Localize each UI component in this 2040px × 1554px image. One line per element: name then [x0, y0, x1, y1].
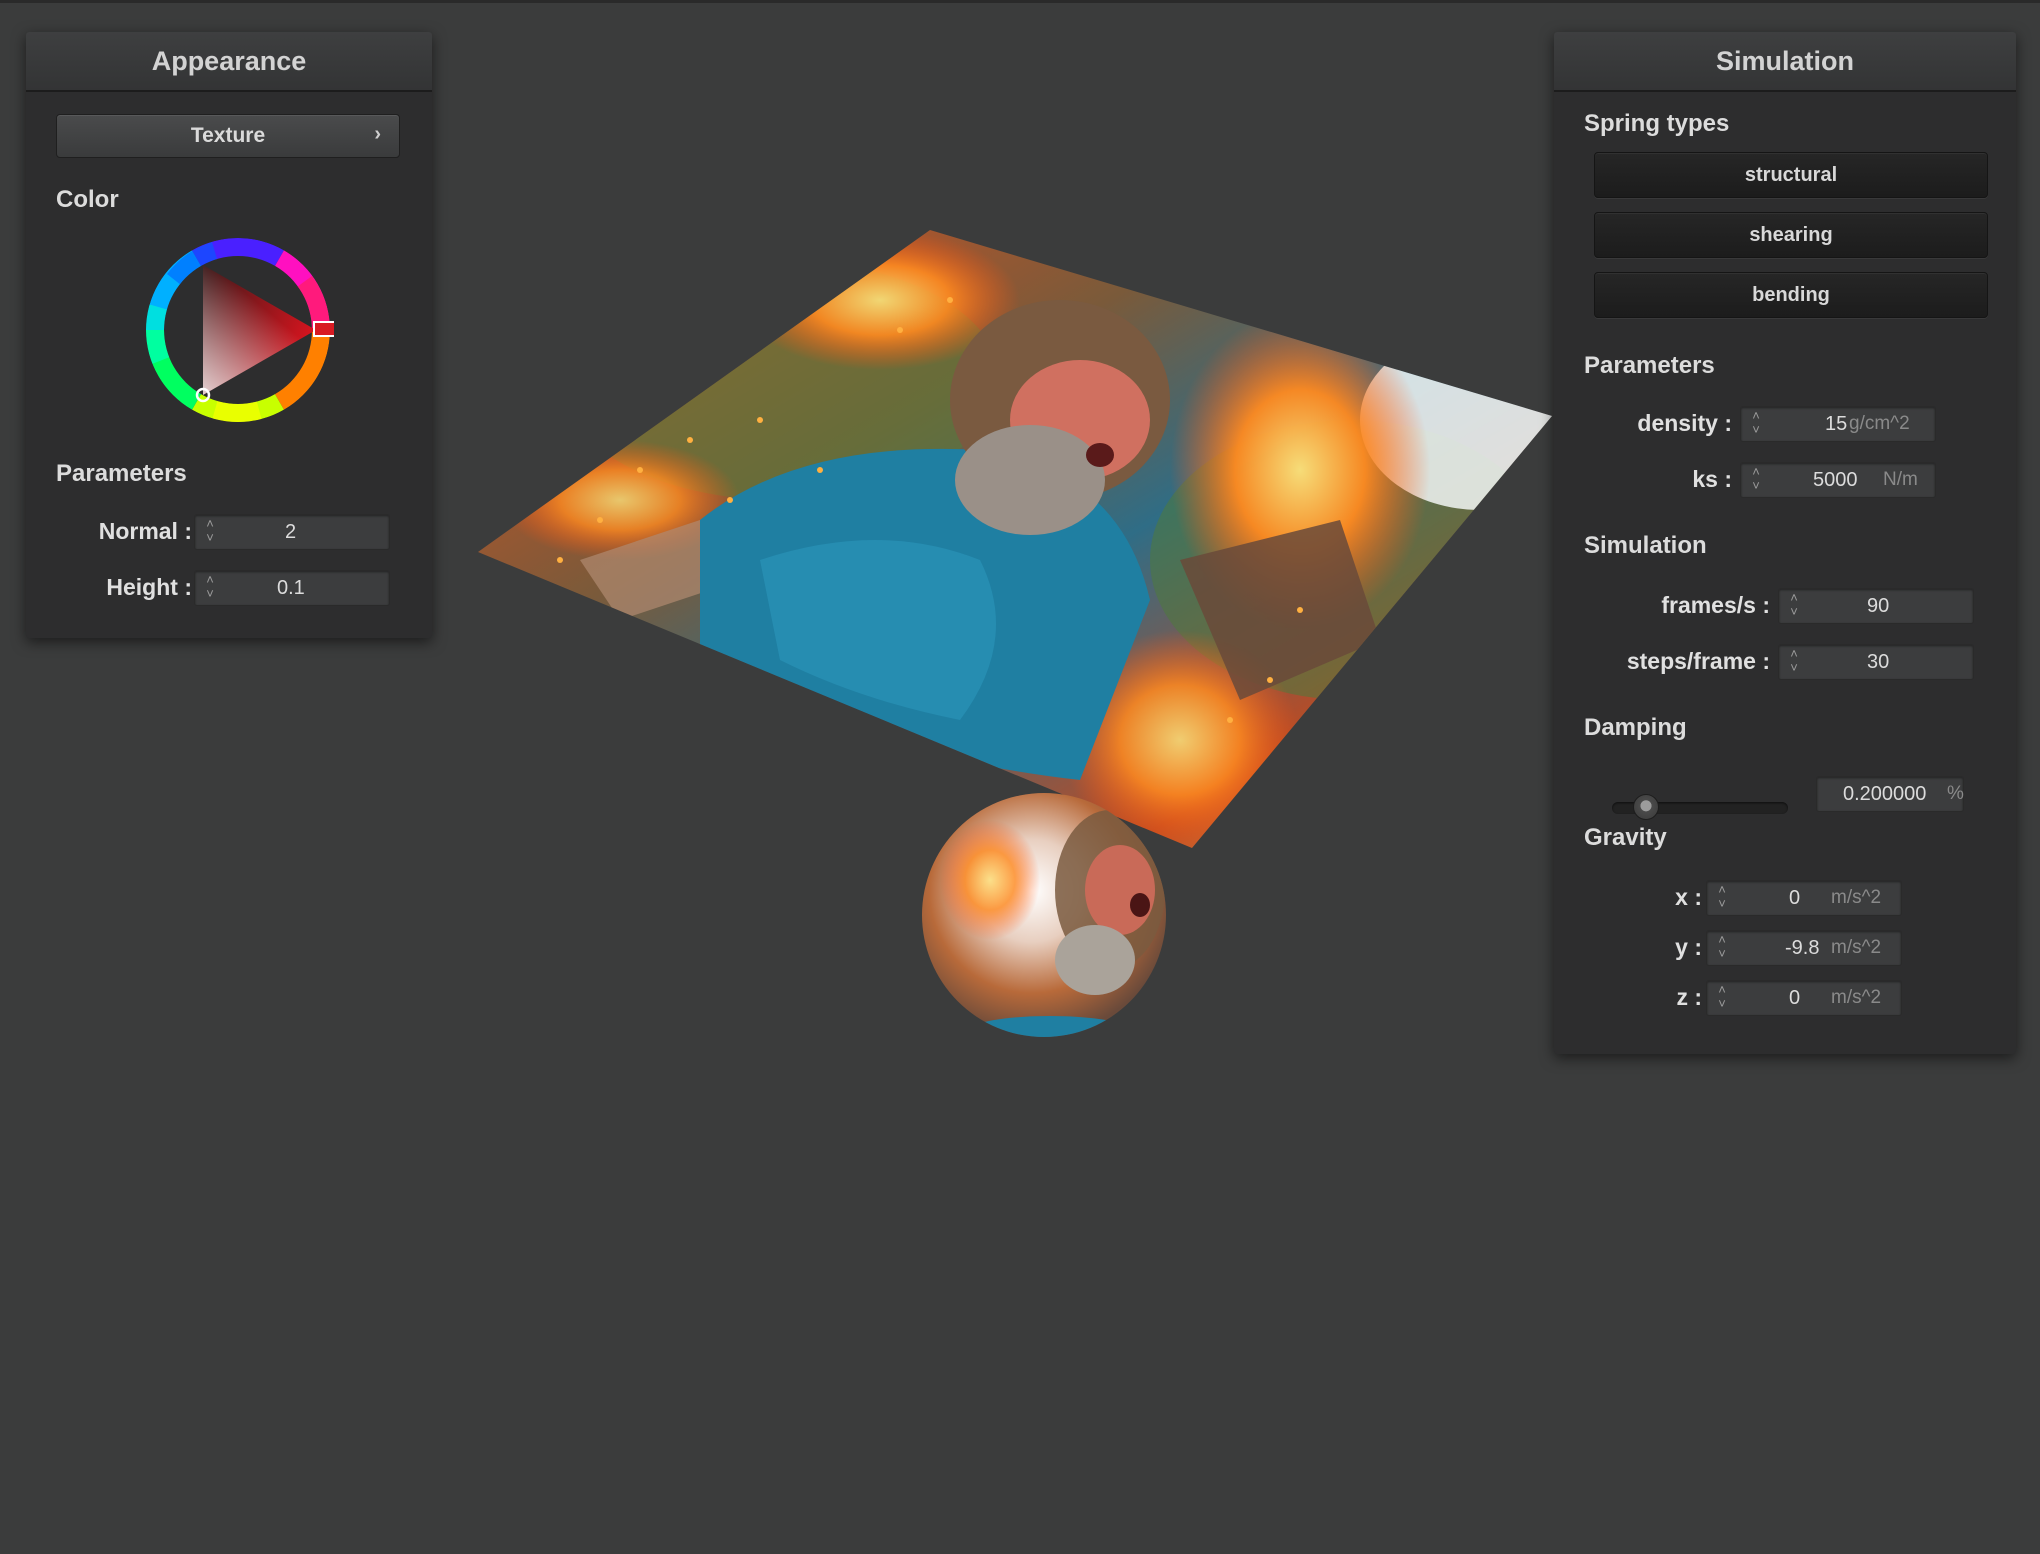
steps-per-frame-label: steps/frame :: [1626, 648, 1770, 674]
steps-per-frame-value: 30: [1867, 651, 1890, 673]
spinner-icon[interactable]: ˄ ˅: [1715, 883, 1729, 913]
gravity-z-unit: m/s^2: [1831, 987, 1882, 1008]
height-label: Height :: [106, 574, 192, 600]
gravity-y-unit: m/s^2: [1831, 937, 1882, 958]
spinner-icon[interactable]: ˄ ˅: [203, 517, 217, 547]
normal-value: 2: [285, 521, 297, 543]
damping-slider-handle[interactable]: [1633, 794, 1660, 820]
gravity-x-value: 0: [1789, 887, 1801, 909]
color-wheel[interactable]: [142, 234, 334, 426]
gravity-x-unit: m/s^2: [1831, 887, 1882, 908]
density-unit: g/cm^2: [1849, 413, 1910, 434]
structural-button[interactable]: structural: [1594, 152, 1988, 198]
gravity-y-label: y :: [1675, 934, 1702, 960]
ks-field[interactable]: ˄ ˅ 5000 N/m: [1740, 462, 1936, 498]
frames-per-second-label: frames/s :: [1661, 592, 1770, 618]
shearing-button[interactable]: shearing: [1594, 212, 1988, 258]
simulation-panel: Simulation Spring types structural shear…: [1554, 32, 2016, 1054]
simulation-panel-title[interactable]: Simulation: [1554, 32, 2016, 92]
gravity-z-field[interactable]: ˄ ˅ 0 m/s^2: [1706, 980, 1902, 1016]
spinner-icon[interactable]: ˄ ˅: [1715, 933, 1729, 963]
ks-value: 5000: [1813, 469, 1858, 491]
density-label: density :: [1637, 410, 1732, 436]
steps-per-frame-field[interactable]: ˄ ˅ 30: [1778, 644, 1974, 680]
spinner-icon[interactable]: ˄ ˅: [1787, 591, 1801, 621]
height-field[interactable]: ˄ ˅ 0.1: [194, 570, 390, 606]
appearance-panel: Appearance Texture › Color Parameters No…: [26, 32, 432, 638]
gravity-x-field[interactable]: ˄ ˅ 0 m/s^2: [1706, 880, 1902, 916]
collision-sphere: [922, 793, 1166, 1037]
density-value: 15: [1825, 413, 1848, 435]
normal-label: Normal :: [98, 518, 192, 544]
damping-unit: %: [1947, 783, 1964, 804]
color-label: Color: [56, 186, 119, 213]
gravity-y-field[interactable]: ˄ ˅ -9.8 m/s^2: [1706, 930, 1902, 966]
damping-field[interactable]: 0.200000 %: [1816, 776, 1964, 812]
ks-label: ks :: [1692, 466, 1732, 492]
damping-value: 0.200000: [1843, 783, 1927, 805]
simulation-section-label: Simulation: [1584, 532, 1707, 559]
normal-field[interactable]: ˄ ˅ 2: [194, 514, 390, 550]
damping-label: Damping: [1584, 714, 1687, 741]
chevron-right-icon: ›: [374, 123, 381, 145]
simulation-parameters-label: Parameters: [1584, 352, 1715, 379]
bending-button[interactable]: bending: [1594, 272, 1988, 318]
gravity-z-label: z :: [1676, 984, 1702, 1010]
gravity-y-value: -9.8: [1785, 937, 1820, 959]
frames-per-second-field[interactable]: ˄ ˅ 90: [1778, 588, 1974, 624]
hue-picker-marker[interactable]: [313, 321, 334, 337]
cloth-plane: [478, 230, 1552, 848]
frames-per-second-value: 90: [1867, 595, 1890, 617]
texture-button[interactable]: Texture ›: [56, 114, 400, 158]
spinner-icon[interactable]: ˄ ˅: [1715, 983, 1729, 1013]
height-value: 0.1: [277, 577, 305, 599]
gravity-label: Gravity: [1584, 824, 1667, 851]
gravity-x-label: x :: [1675, 884, 1702, 910]
spinner-icon[interactable]: ˄ ˅: [1749, 465, 1763, 495]
ks-unit: N/m: [1883, 469, 1918, 490]
spinner-icon[interactable]: ˄ ˅: [203, 573, 217, 603]
gravity-z-value: 0: [1789, 987, 1801, 1009]
spinner-icon[interactable]: ˄ ˅: [1749, 409, 1763, 439]
texture-button-label: Texture: [190, 124, 266, 147]
appearance-panel-title[interactable]: Appearance: [26, 32, 432, 92]
appearance-parameters-label: Parameters: [56, 460, 187, 487]
damping-slider[interactable]: [1612, 794, 1788, 820]
spring-types-label: Spring types: [1584, 110, 1730, 137]
density-field[interactable]: ˄ ˅ 15 g/cm^2: [1740, 406, 1936, 442]
spinner-icon[interactable]: ˄ ˅: [1787, 647, 1801, 677]
